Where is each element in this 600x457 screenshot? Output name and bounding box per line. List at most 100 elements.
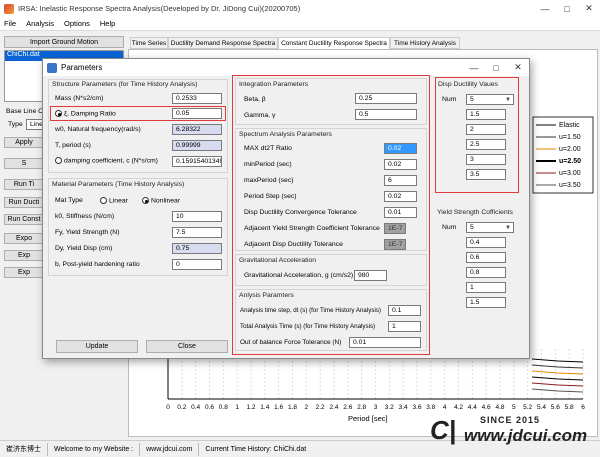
menu-file[interactable]: File bbox=[4, 19, 16, 28]
run-time-history-button[interactable]: Run Ti bbox=[4, 179, 44, 190]
yield-value-2[interactable]: 0.6 bbox=[466, 252, 506, 263]
min-period-field[interactable]: 0.02 bbox=[384, 159, 417, 170]
gamma-label: Gamma, γ bbox=[244, 112, 276, 119]
run-constant-button[interactable]: Run Const bbox=[4, 214, 44, 225]
series-line-0 bbox=[531, 358, 584, 363]
ductility-value-2[interactable]: 2 bbox=[466, 124, 506, 135]
apply-button[interactable]: Apply bbox=[4, 137, 44, 148]
damping-coefficient-field[interactable]: 0.159154013495 bbox=[172, 156, 222, 167]
gamma-field[interactable]: 0.5 bbox=[355, 109, 417, 120]
export-button-1[interactable]: Expo bbox=[4, 233, 44, 244]
linear-radio-icon[interactable] bbox=[100, 197, 107, 204]
x-tick-label: 4.4 bbox=[468, 404, 477, 411]
ductility-value-3[interactable]: 2.5 bbox=[466, 139, 506, 150]
export-button-2[interactable]: Exp bbox=[4, 250, 44, 261]
linear-radio[interactable]: Linear bbox=[100, 197, 128, 204]
author-label: 崔济东博士 bbox=[0, 442, 48, 456]
run-ductility-button[interactable]: Run Ducti bbox=[4, 197, 44, 208]
total-time-field[interactable]: 1 bbox=[388, 321, 421, 332]
damping-radio-icon[interactable] bbox=[55, 110, 62, 117]
menu-options[interactable]: Options bbox=[64, 19, 90, 28]
beta-label: Beta, β bbox=[244, 96, 266, 103]
yield-value-3[interactable]: 0.8 bbox=[466, 267, 506, 278]
disp-ductility-tolerance-field: 1E-7 bbox=[384, 239, 406, 250]
yield-coefficient-tolerance-label: Adjacent Yield Strength Coefficient Tole… bbox=[244, 225, 380, 232]
series-line-1 bbox=[531, 364, 584, 369]
max-period-field[interactable]: 6 bbox=[384, 175, 417, 186]
tab-ductility-demand[interactable]: Ductility Demand Response Spectra bbox=[168, 37, 278, 49]
yield-num-value: 5 bbox=[470, 224, 474, 231]
ductility-num-select[interactable]: 5 ▼ bbox=[466, 94, 514, 105]
series-line-5 bbox=[531, 388, 584, 393]
close-button[interactable]: Close bbox=[146, 340, 228, 353]
minimize-icon[interactable]: — bbox=[534, 0, 556, 17]
nonlinear-radio[interactable]: Nonlinear bbox=[142, 197, 180, 204]
x-tick-label: 0.2 bbox=[177, 404, 186, 411]
integration-header: Integration Parameters bbox=[239, 81, 309, 88]
export-button-3[interactable]: Exp bbox=[4, 267, 44, 278]
s-button[interactable]: S bbox=[4, 158, 44, 169]
b-field[interactable]: 0 bbox=[172, 259, 222, 270]
mass-field[interactable]: 0.2533 bbox=[172, 93, 222, 104]
yield-value-5[interactable]: 1.5 bbox=[466, 297, 506, 308]
damping-coefficient-radio[interactable]: damping coefficient, c (N*s/cm) bbox=[55, 157, 158, 164]
x-tick-label: 0.4 bbox=[191, 404, 200, 411]
maximize-icon[interactable]: □ bbox=[556, 0, 578, 17]
close-icon[interactable]: ✕ bbox=[578, 0, 600, 17]
ductility-tolerance-field[interactable]: 0.01 bbox=[384, 207, 417, 218]
menu-analysis[interactable]: Analysis bbox=[26, 19, 54, 28]
maxdt-label: MAX dt2T Ratio bbox=[244, 145, 292, 152]
maxdt-field[interactable]: 0.02 bbox=[384, 143, 417, 154]
app-icon bbox=[4, 3, 14, 14]
ductility-num-value: 5 bbox=[470, 96, 474, 103]
tab-time-series[interactable]: Time Series bbox=[130, 37, 168, 49]
dialog-minimize-icon[interactable]: — bbox=[463, 59, 485, 76]
beta-field[interactable]: 0.25 bbox=[355, 93, 417, 104]
x-tick-label: 0.8 bbox=[219, 404, 228, 411]
chevron-down-icon: ▼ bbox=[505, 224, 511, 231]
ductility-value-1[interactable]: 1.5 bbox=[466, 109, 506, 120]
type-label: Type bbox=[8, 121, 23, 128]
ductility-value-4[interactable]: 3 bbox=[466, 154, 506, 165]
update-button[interactable]: Update bbox=[56, 340, 138, 353]
period-step-label: Period Step (sec) bbox=[244, 193, 297, 200]
x-tick-label: 0 bbox=[166, 404, 170, 411]
dialog-title: Parameters bbox=[61, 63, 103, 72]
dialog-close-icon[interactable]: ✕ bbox=[507, 59, 529, 76]
ductility-value-5[interactable]: 3.5 bbox=[466, 169, 506, 180]
yield-value-1[interactable]: 0.4 bbox=[466, 237, 506, 248]
total-time-label: Total Analysis Time (s) (for Time Histor… bbox=[240, 323, 376, 330]
damping-field[interactable]: 0.05 bbox=[172, 108, 222, 119]
current-history-label: Current Time History: ChiChi.dat bbox=[205, 445, 307, 453]
damping-coefficient-radio-icon[interactable] bbox=[55, 157, 62, 164]
legend-entry: u=3.00 bbox=[559, 170, 581, 177]
nonlinear-radio-icon[interactable] bbox=[142, 197, 149, 204]
title-bar: IRSA: Inelastic Response Spectra Analysi… bbox=[0, 0, 600, 17]
damping-radio[interactable]: ξ, Damping Ratio bbox=[55, 110, 116, 117]
base-line-label: Base Line Co bbox=[6, 108, 47, 115]
material-header: Material Parameters (Time History Analys… bbox=[52, 181, 185, 188]
gravity-field[interactable]: 980 bbox=[354, 270, 387, 281]
fy-field[interactable]: 7.5 bbox=[172, 227, 222, 238]
yield-value-4[interactable]: 1 bbox=[466, 282, 506, 293]
dialog-maximize-icon[interactable]: □ bbox=[485, 59, 507, 76]
menu-help[interactable]: Help bbox=[100, 19, 115, 28]
force-tolerance-field[interactable]: 0.01 bbox=[349, 337, 421, 348]
x-tick-label: 4.6 bbox=[482, 404, 491, 411]
import-ground-motion-button[interactable]: Import Ground Motion bbox=[4, 36, 124, 48]
x-axis-label: Period [sec] bbox=[348, 414, 388, 423]
damping-label: ξ, Damping Ratio bbox=[64, 110, 116, 118]
series-line-3 bbox=[531, 376, 584, 381]
window-title: IRSA: Inelastic Response Spectra Analysi… bbox=[18, 4, 301, 13]
x-tick-label: 2.6 bbox=[343, 404, 352, 411]
time-step-field[interactable]: 0.1 bbox=[388, 305, 421, 316]
period-step-field[interactable]: 0.02 bbox=[384, 191, 417, 202]
tab-time-history[interactable]: Time History Analysis bbox=[390, 37, 460, 49]
menu-bar: File Analysis Options Help bbox=[0, 17, 600, 31]
yield-coefficient-tolerance-field: 1E-7 bbox=[384, 223, 406, 234]
x-tick-label: 5 bbox=[512, 404, 516, 411]
x-tick-label: 5.2 bbox=[523, 404, 532, 411]
max-period-label: maxPeriod (sec) bbox=[244, 177, 294, 184]
k0-field[interactable]: 10 bbox=[172, 211, 222, 222]
yield-num-select[interactable]: 5 ▼ bbox=[466, 222, 514, 233]
